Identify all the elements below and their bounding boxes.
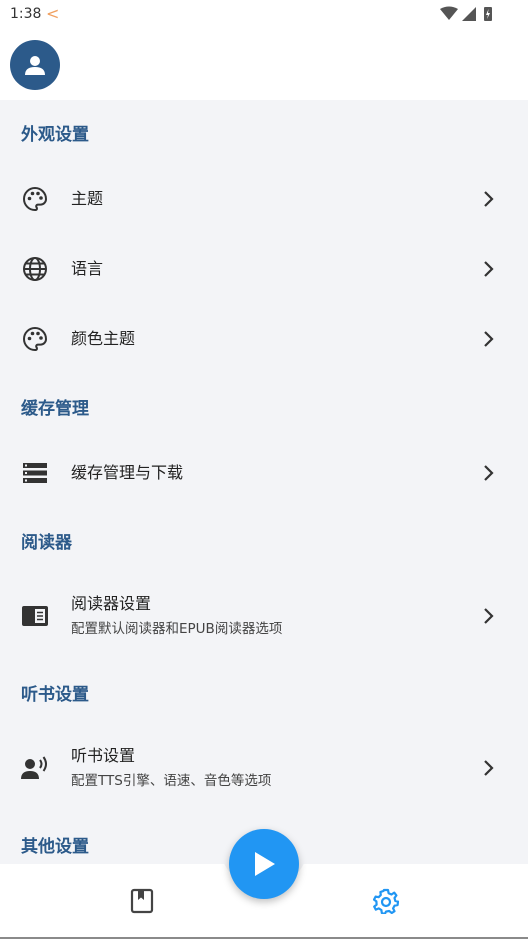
app-header: 1:38 < xyxy=(0,0,528,100)
setting-color-theme-label: 颜色主题 xyxy=(71,329,136,348)
setting-cache-download[interactable]: 缓存管理与下载 xyxy=(0,438,528,508)
globe-icon xyxy=(21,255,49,283)
setting-theme-text: 主题 xyxy=(71,188,103,210)
chevron-right-icon xyxy=(484,760,494,776)
section-appearance-title: 外观设置 xyxy=(21,124,89,145)
section-cache-title: 缓存管理 xyxy=(21,398,89,419)
reader-icon xyxy=(21,602,49,630)
section-reader-title: 阅读器 xyxy=(21,532,72,553)
wifi-icon xyxy=(440,6,458,20)
setting-color-theme-text: 颜色主题 xyxy=(71,328,135,350)
signal-icon xyxy=(462,7,476,21)
setting-language-label: 语言 xyxy=(71,259,104,278)
chevron-right-icon xyxy=(484,191,494,207)
setting-reader[interactable]: 阅读器设置 配置默认阅读器和EPUB阅读器选项 xyxy=(0,572,528,660)
status-back-glyph: < xyxy=(46,4,60,23)
setting-color-theme[interactable]: 颜色主题 xyxy=(0,304,528,374)
palette-icon xyxy=(21,325,49,353)
library-icon[interactable] xyxy=(130,888,154,914)
setting-reader-label: 阅读器设置 xyxy=(71,594,152,613)
settings-icon[interactable] xyxy=(373,888,399,914)
setting-reader-subtitle: 配置默认阅读器和EPUB阅读器选项 xyxy=(71,621,283,637)
chevron-right-icon xyxy=(484,261,494,277)
status-time: 1:38 xyxy=(10,6,42,22)
setting-reader-text: 阅读器设置 配置默认阅读器和EPUB阅读器选项 xyxy=(71,593,282,639)
storage-icon xyxy=(21,459,49,487)
chevron-right-icon xyxy=(484,331,494,347)
chevron-right-icon xyxy=(484,465,494,481)
person-icon xyxy=(25,56,45,75)
settings-screen: 1:38 < 外观设置 主题 语言 颜色主题 缓存管理 缓存管理与下载 阅读器 … xyxy=(0,0,528,939)
play-button[interactable] xyxy=(229,829,299,899)
setting-language-text: 语言 xyxy=(71,258,103,280)
play-icon xyxy=(255,852,275,876)
voice-icon xyxy=(21,754,49,782)
section-audiobook-title: 听书设置 xyxy=(21,684,89,705)
setting-audiobook-text: 听书设置 配置TTS引擎、语速、音色等选项 xyxy=(71,745,271,791)
setting-audiobook-label: 听书设置 xyxy=(71,746,136,765)
setting-audiobook-subtitle: 配置TTS引擎、语速、音色等选项 xyxy=(71,773,272,789)
palette-icon xyxy=(21,185,49,213)
status-icons xyxy=(440,6,492,21)
setting-audiobook[interactable]: 听书设置 配置TTS引擎、语速、音色等选项 xyxy=(0,724,528,812)
setting-language[interactable]: 语言 xyxy=(0,234,528,304)
setting-theme[interactable]: 主题 xyxy=(0,164,528,234)
setting-theme-label: 主题 xyxy=(71,189,104,208)
chevron-right-icon xyxy=(484,608,494,624)
setting-cache-download-text: 缓存管理与下载 xyxy=(71,462,183,484)
settings-list: 外观设置 主题 语言 颜色主题 缓存管理 缓存管理与下载 阅读器 阅读器设置 配… xyxy=(0,100,528,876)
setting-cache-download-label: 缓存管理与下载 xyxy=(71,463,184,482)
avatar[interactable] xyxy=(10,40,60,90)
